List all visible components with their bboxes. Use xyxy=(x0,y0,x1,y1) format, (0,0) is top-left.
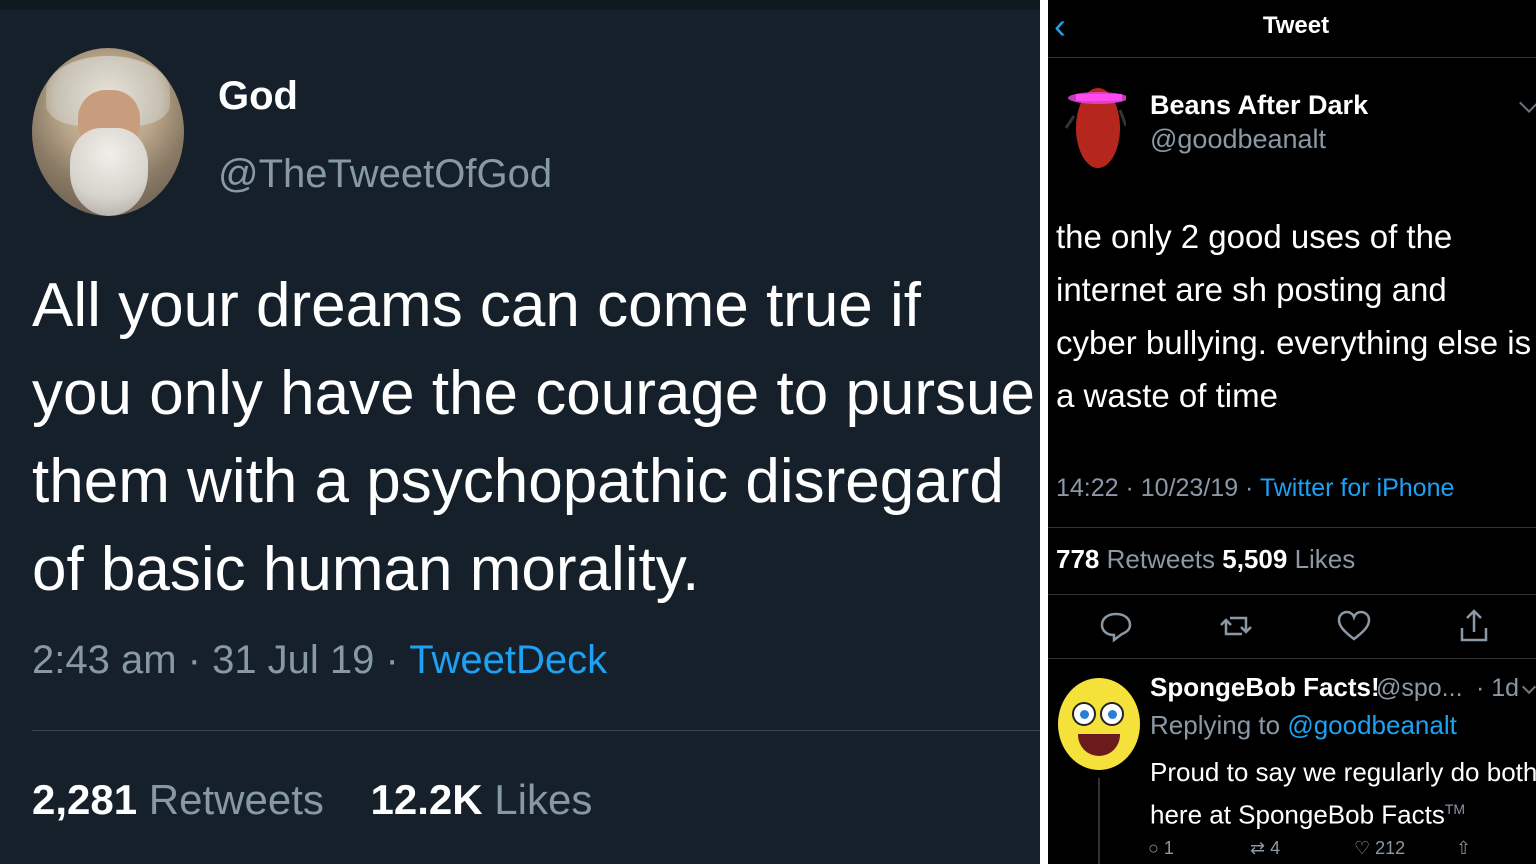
divider xyxy=(1048,658,1536,659)
tweet-header: ‹ Tweet xyxy=(1048,0,1536,58)
tweet-meta: 14:22 · 10/23/19 · Twitter for iPhone xyxy=(1056,474,1454,503)
retweets-count[interactable]: 2,281 xyxy=(32,776,137,823)
reply-retweet-button[interactable]: ⇄ 4 xyxy=(1250,838,1280,859)
replying-to: Replying to @goodbeanalt xyxy=(1150,710,1457,741)
reply-reply-button[interactable]: ○ 1 xyxy=(1148,838,1174,859)
retweets-label[interactable]: Retweets xyxy=(1107,544,1215,574)
reply-display-name[interactable]: SpongeBob Facts! xyxy=(1150,672,1380,703)
reply-count: 1 xyxy=(1163,838,1174,858)
likes-label[interactable]: Likes xyxy=(1295,544,1356,574)
like-icon: ♡ xyxy=(1354,838,1371,858)
reply-timestamp: · 1d xyxy=(1476,674,1520,702)
reply-icon: ○ xyxy=(1148,838,1159,858)
avatar-mouth xyxy=(1078,734,1120,756)
divider xyxy=(1048,594,1536,595)
tweet-stats: 778 Retweets 5,509 Likes xyxy=(1056,544,1355,575)
avatar-eye xyxy=(1100,702,1124,726)
panel-separator xyxy=(1040,0,1048,864)
retweet-icon: ⇄ xyxy=(1250,838,1266,858)
tweet-stats: 2,281 Retweets 12.2K Likes xyxy=(32,776,592,824)
thread-line xyxy=(1098,778,1100,864)
replying-to-link[interactable]: @goodbeanalt xyxy=(1287,710,1457,740)
share-icon[interactable] xyxy=(1454,606,1494,646)
left-tweet-panel: God @TheTweetOfGod All your dreams can c… xyxy=(0,0,1040,864)
replying-prefix: Replying to xyxy=(1150,710,1288,740)
reply-like-button[interactable]: ♡ 212 xyxy=(1354,838,1405,859)
chevron-down-icon[interactable] xyxy=(1521,679,1536,695)
tweet-client-link[interactable]: Twitter for iPhone xyxy=(1260,474,1455,502)
display-name[interactable]: God xyxy=(218,74,298,119)
tweet-actions xyxy=(1048,606,1536,646)
tweet-text: the only 2 good uses of the internet are… xyxy=(1056,218,1532,414)
tweet-text: All your dreams can come true if you onl… xyxy=(32,271,1036,604)
chevron-down-icon[interactable] xyxy=(1519,93,1536,113)
right-tweet-panel: ‹ Tweet Beans After Dark @goodbeanalt th… xyxy=(1048,0,1536,864)
top-bar xyxy=(0,0,1040,10)
tweet-timestamp: 2:43 am · 31 Jul 19 · xyxy=(32,638,410,682)
like-count: 212 xyxy=(1375,838,1406,858)
reply-body: Proud to say we regularly do both here a… xyxy=(1150,757,1536,830)
retweet-icon[interactable] xyxy=(1216,606,1256,646)
tweet-timestamp: 14:22 · 10/23/19 · xyxy=(1056,474,1260,502)
header-title: Tweet xyxy=(1262,12,1330,39)
retweets-count[interactable]: 778 xyxy=(1056,544,1099,574)
reply-text: Proud to say we regularly do both here a… xyxy=(1150,754,1536,834)
likes-label[interactable]: Likes xyxy=(494,776,592,823)
likes-count[interactable]: 5,509 xyxy=(1222,544,1287,574)
retweets-label[interactable]: Retweets xyxy=(149,776,324,823)
avatar[interactable] xyxy=(32,48,184,216)
reply-user-handle[interactable]: @spo... xyxy=(1376,674,1463,703)
reply-icon[interactable] xyxy=(1096,606,1136,646)
user-handle[interactable]: @TheTweetOfGod xyxy=(218,152,552,197)
tweet-meta: 2:43 am · 31 Jul 19 · TweetDeck xyxy=(32,638,607,683)
tweet-source-link[interactable]: TweetDeck xyxy=(409,638,607,682)
likes-count[interactable]: 12.2K xyxy=(371,776,483,823)
divider xyxy=(1048,527,1536,528)
avatar-beard xyxy=(70,128,148,216)
spongebob-avatar[interactable] xyxy=(1058,678,1140,770)
like-icon[interactable] xyxy=(1334,606,1374,646)
display-name[interactable]: Beans After Dark xyxy=(1150,90,1368,121)
bean-avatar[interactable] xyxy=(1064,76,1126,172)
divider xyxy=(32,730,1040,731)
retweet-count: 4 xyxy=(1270,838,1281,858)
share-icon[interactable]: ⇧ xyxy=(1456,838,1471,859)
user-handle[interactable]: @goodbeanalt xyxy=(1150,124,1326,155)
avatar-eye xyxy=(1072,702,1096,726)
reply-actions: ○ 1 ⇄ 4 ♡ 212 ⇧ xyxy=(1148,838,1536,864)
trademark-mark: TM xyxy=(1444,801,1466,817)
